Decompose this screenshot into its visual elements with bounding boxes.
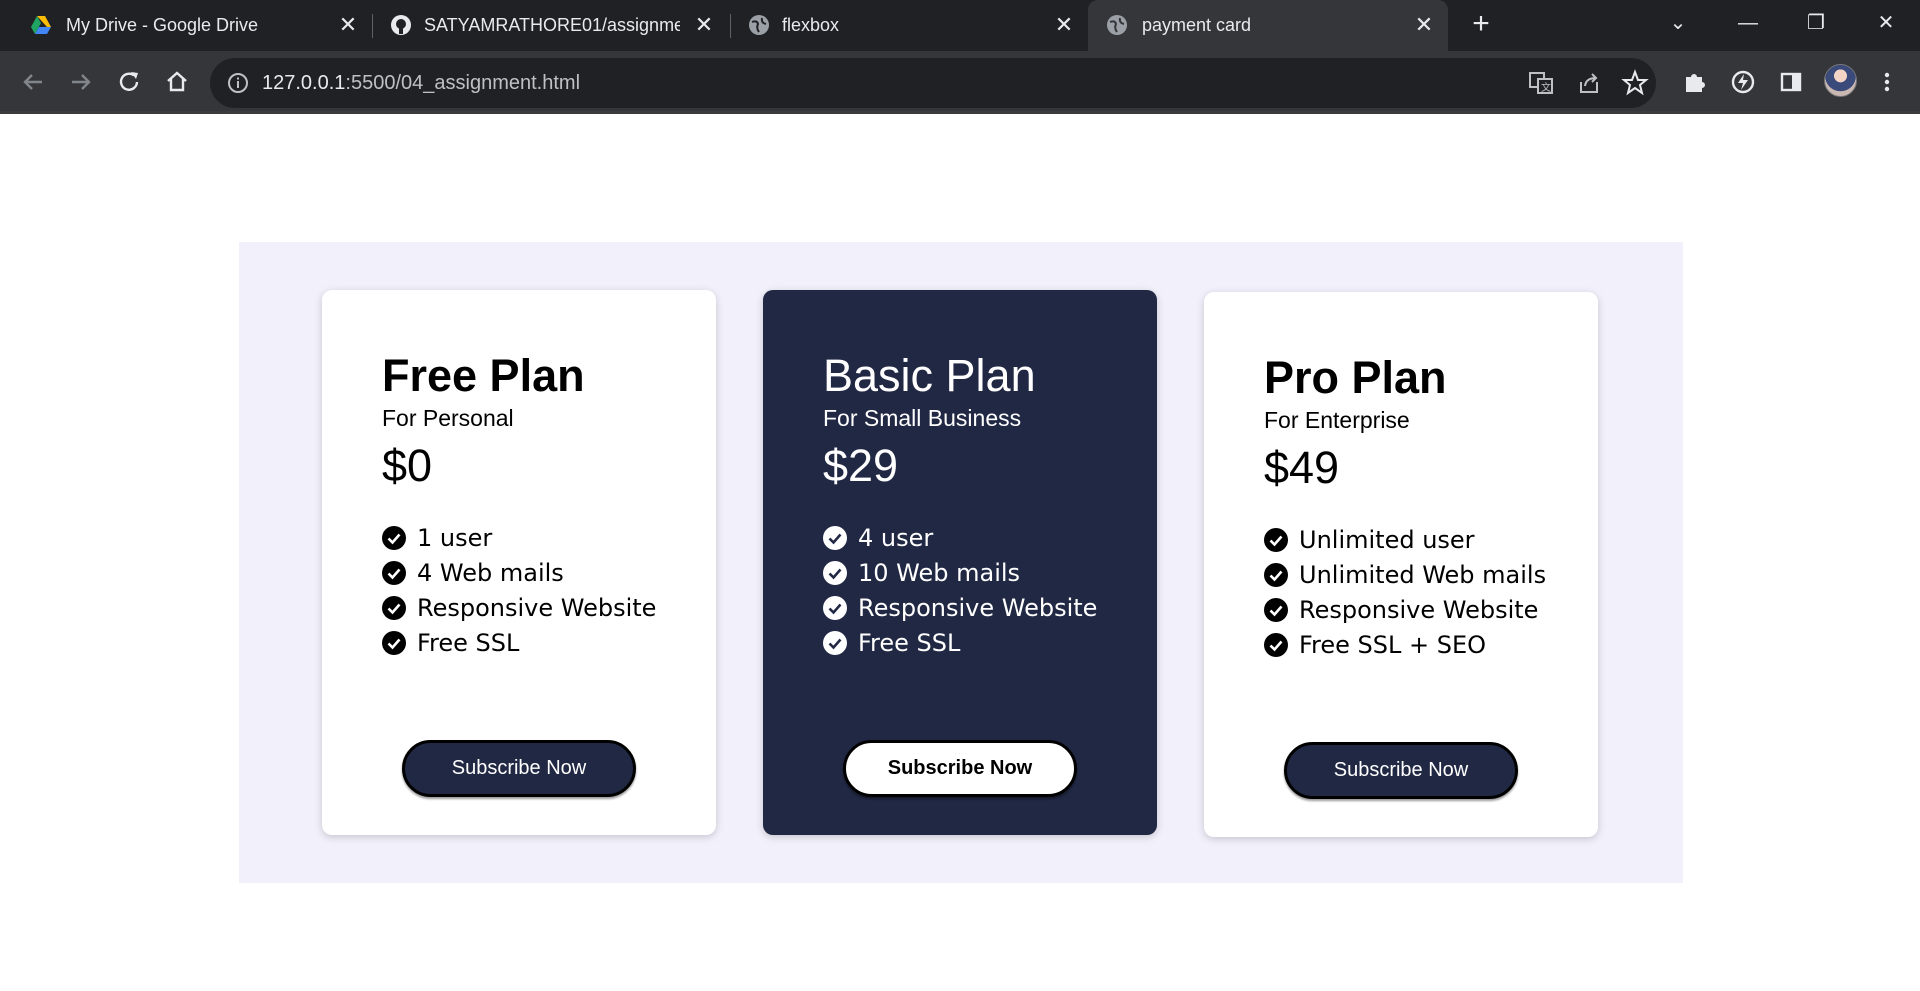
tab-payment-card[interactable]: payment card ✕ bbox=[1088, 0, 1448, 51]
feature-item: Unlimited user bbox=[1264, 522, 1546, 557]
plan-subtitle: For Enterprise bbox=[1264, 407, 1410, 433]
back-icon[interactable] bbox=[18, 67, 48, 97]
subscribe-button[interactable]: Subscribe Now bbox=[843, 740, 1077, 797]
close-window-icon[interactable]: ✕ bbox=[1866, 8, 1906, 38]
plan-subtitle: For Small Business bbox=[823, 405, 1022, 431]
feature-item: 1 user bbox=[382, 520, 656, 555]
feature-text: 4 Web mails bbox=[417, 558, 564, 587]
feature-list: Unlimited user Unlimited Web mails Respo… bbox=[1264, 522, 1546, 662]
feature-item: Free SSL + SEO bbox=[1264, 627, 1546, 662]
feature-item: 4 Web mails bbox=[382, 555, 656, 590]
bookmark-star-icon[interactable] bbox=[1620, 68, 1650, 98]
url-host: 127.0.0.1 bbox=[262, 72, 346, 94]
feature-text: Responsive Website bbox=[858, 593, 1098, 622]
feature-text: 4 user bbox=[858, 523, 934, 552]
minimize-icon[interactable]: — bbox=[1728, 8, 1768, 38]
feature-text: Free SSL bbox=[417, 628, 520, 657]
profile-avatar[interactable] bbox=[1824, 64, 1857, 97]
plan-name: Pro Plan bbox=[1264, 352, 1447, 403]
plan-subtitle: For Personal bbox=[382, 405, 514, 431]
close-tab-icon[interactable]: ✕ bbox=[336, 13, 360, 37]
feature-item: Unlimited Web mails bbox=[1264, 557, 1546, 592]
subscribe-button[interactable]: Subscribe Now bbox=[1284, 742, 1518, 799]
feature-text: Responsive Website bbox=[417, 593, 657, 622]
globe-icon bbox=[1107, 15, 1127, 35]
tab-title: flexbox bbox=[782, 15, 840, 35]
feature-list: 1 user 4 Web mails Responsive Website Fr… bbox=[382, 520, 656, 660]
plan-name: Basic Plan bbox=[823, 350, 1036, 401]
pricing-card-free: Free Plan For Personal $0 1 user 4 Web m… bbox=[322, 290, 716, 835]
check-circle-icon bbox=[382, 560, 406, 585]
restore-icon[interactable]: ❐ bbox=[1796, 8, 1836, 38]
feature-text: Free SSL + SEO bbox=[1299, 630, 1487, 659]
feature-item: Free SSL bbox=[382, 625, 656, 660]
share-icon[interactable] bbox=[1574, 68, 1604, 98]
performance-icon[interactable] bbox=[1728, 67, 1758, 97]
url-text: 127.0.0.1:5500/04_assignment.html bbox=[262, 72, 580, 95]
tab-strip: My Drive - Google Drive ✕ SATYAMRATHORE0… bbox=[0, 0, 1920, 51]
tab-title: My Drive - Google Drive bbox=[66, 15, 259, 35]
site-info-icon[interactable] bbox=[226, 71, 250, 95]
pricing-card-basic: Basic Plan For Small Business $29 4 user… bbox=[763, 290, 1157, 835]
globe-icon bbox=[749, 15, 769, 35]
feature-text: Unlimited user bbox=[1299, 525, 1475, 554]
tab-separator bbox=[372, 14, 373, 38]
feature-text: Unlimited Web mails bbox=[1299, 560, 1547, 589]
tab-search-chevron-icon[interactable]: ⌄ bbox=[1658, 8, 1698, 38]
feature-item: Responsive Website bbox=[1264, 592, 1546, 627]
browser-toolbar: 127.0.0.1:5500/04_assignment.html 文 bbox=[0, 51, 1920, 114]
feature-text: 10 Web mails bbox=[858, 558, 1021, 587]
check-circle-icon bbox=[1264, 527, 1288, 552]
feature-item: Responsive Website bbox=[382, 590, 656, 625]
plan-price: $49 bbox=[1264, 442, 1340, 493]
check-circle-icon bbox=[1264, 632, 1288, 657]
extensions-icon[interactable] bbox=[1680, 67, 1710, 97]
check-circle-icon bbox=[823, 595, 847, 620]
svg-text:文: 文 bbox=[1541, 81, 1551, 94]
feature-text: Free SSL bbox=[858, 628, 961, 657]
close-tab-icon[interactable]: ✕ bbox=[692, 13, 716, 37]
subscribe-button[interactable]: Subscribe Now bbox=[402, 740, 636, 797]
address-bar[interactable]: 127.0.0.1:5500/04_assignment.html 文 bbox=[210, 58, 1656, 108]
tab-title: SATYAMRATHORE01/assignment bbox=[424, 15, 680, 35]
feature-item: 10 Web mails bbox=[823, 555, 1097, 590]
tab-separator bbox=[730, 14, 731, 38]
tab-google-drive[interactable]: My Drive - Google Drive ✕ bbox=[0, 0, 370, 51]
forward-icon[interactable] bbox=[66, 67, 96, 97]
plan-name: Free Plan bbox=[382, 350, 585, 401]
close-tab-icon[interactable]: ✕ bbox=[1052, 13, 1076, 37]
feature-item: Responsive Website bbox=[823, 590, 1097, 625]
pricing-card-pro: Pro Plan For Enterprise $49 Unlimited us… bbox=[1204, 292, 1598, 837]
home-icon[interactable] bbox=[162, 67, 192, 97]
menu-dots-icon[interactable] bbox=[1872, 67, 1902, 97]
new-tab-icon[interactable]: + bbox=[1466, 9, 1496, 40]
side-panel-icon[interactable] bbox=[1776, 67, 1806, 97]
translate-icon[interactable]: 文 bbox=[1526, 68, 1556, 98]
google-drive-icon bbox=[31, 16, 51, 34]
check-circle-icon bbox=[382, 525, 406, 550]
check-circle-icon bbox=[823, 630, 847, 655]
github-icon bbox=[391, 15, 411, 35]
plan-price: $29 bbox=[823, 440, 899, 491]
close-tab-icon[interactable]: ✕ bbox=[1412, 13, 1436, 37]
feature-item: 4 user bbox=[823, 520, 1097, 555]
tab-title: payment card bbox=[1142, 15, 1252, 35]
plan-price: $0 bbox=[382, 440, 433, 491]
check-circle-icon bbox=[382, 630, 406, 655]
feature-text: 1 user bbox=[417, 523, 493, 552]
feature-list: 4 user 10 Web mails Responsive Website F… bbox=[823, 520, 1097, 660]
check-circle-icon bbox=[823, 560, 847, 585]
tab-flexbox[interactable]: flexbox ✕ bbox=[732, 0, 1086, 51]
check-circle-icon bbox=[823, 525, 847, 550]
check-circle-icon bbox=[1264, 562, 1288, 587]
check-circle-icon bbox=[1264, 597, 1288, 622]
url-path: :5500/04_assignment.html bbox=[345, 72, 581, 94]
feature-text: Responsive Website bbox=[1299, 595, 1539, 624]
reload-icon[interactable] bbox=[114, 67, 144, 97]
check-circle-icon bbox=[382, 595, 406, 620]
tab-github[interactable]: SATYAMRATHORE01/assignment ✕ bbox=[374, 0, 728, 51]
feature-item: Free SSL bbox=[823, 625, 1097, 660]
